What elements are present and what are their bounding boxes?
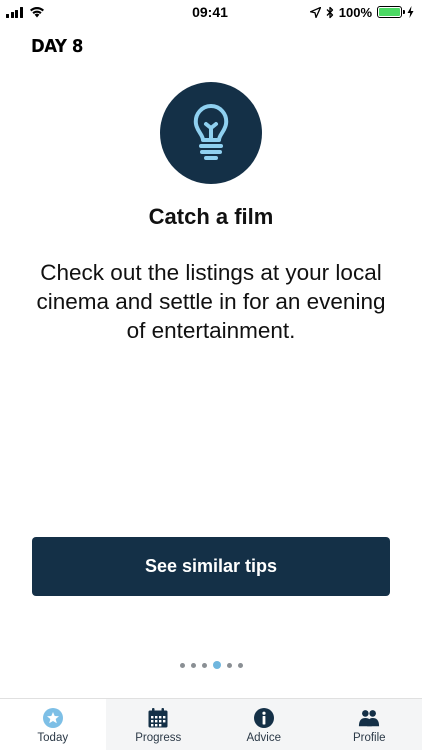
page-dot-active[interactable] [212,661,221,669]
tab-today-label: Today [37,732,69,744]
tip-body: Check out the listings at your local cin… [36,260,386,343]
status-bar: 09:41 100% [0,0,422,24]
screen: 09:41 100% DAY 8 Catch a film Check out … [0,0,422,750]
star-circle-icon [42,707,64,729]
day-label: DAY 8 [31,36,83,57]
tip-title: Catch a film [148,204,274,229]
status-right: 100% [294,5,414,20]
info-icon [253,707,275,729]
calendar-icon [147,707,169,729]
wifi-icon [29,7,44,18]
cellular-signal-icon [6,6,23,18]
charging-bolt-icon [407,6,414,18]
page-dot[interactable] [179,662,185,668]
tab-profile-label: Profile [352,732,386,744]
page-indicator[interactable] [0,661,422,669]
see-similar-tips-button[interactable]: See similar tips [32,537,390,596]
page-dot[interactable] [190,662,196,668]
bluetooth-icon [326,6,333,18]
tab-today[interactable]: Today [0,699,106,750]
battery-percent: 100% [338,4,372,20]
battery-fill [379,8,400,16]
tip-icon-circle [160,82,262,184]
tab-advice[interactable]: Advice [211,699,317,750]
tab-progress-label: Progress [135,732,182,744]
tab-progress[interactable]: Progress [106,699,212,750]
status-left [6,6,126,18]
lightbulb-icon [193,104,229,160]
page-dot[interactable] [226,662,232,668]
page-dot[interactable] [237,662,243,668]
tab-profile[interactable]: Profile [317,699,422,750]
people-icon [358,707,380,729]
page-dot[interactable] [201,662,207,668]
tab-bar: Today Progress Advice Profile [0,698,422,750]
tab-advice-label: Advice [246,732,282,744]
status-time: 09:41 [192,4,228,20]
battery-icon [377,6,405,18]
location-arrow-icon [309,6,321,18]
